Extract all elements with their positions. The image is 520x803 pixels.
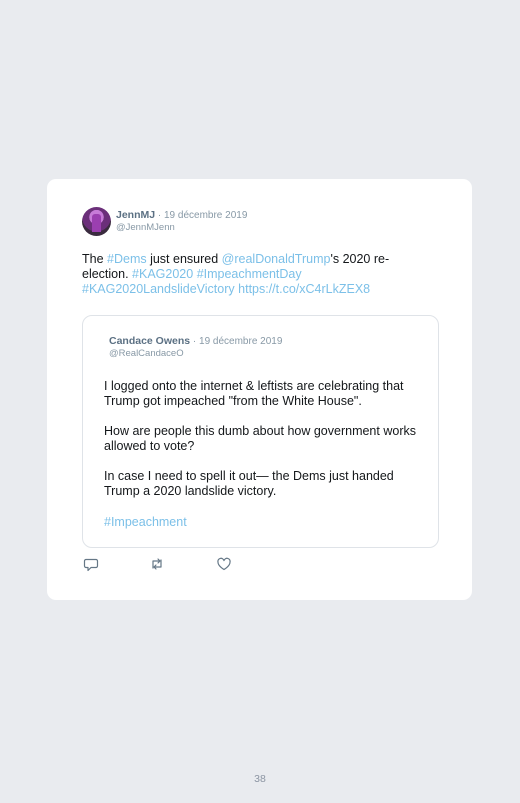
- url-link[interactable]: https://t.co/xC4rLkZEX8: [238, 282, 370, 296]
- quote-author-name[interactable]: Candace Owens: [109, 335, 190, 347]
- quote-date[interactable]: · 19 décembre 2019: [190, 336, 283, 347]
- retweet-icon[interactable]: [149, 556, 165, 572]
- hashtag-link[interactable]: #ImpeachmentDay: [197, 267, 302, 281]
- quote-author[interactable]: Candace Owens · 19 décembre 2019: [109, 335, 282, 347]
- page-number: 38: [254, 773, 266, 785]
- avatar[interactable]: [82, 207, 111, 236]
- hashtag-link[interactable]: #KAG2020LandslideVictory: [82, 282, 235, 296]
- reply-icon[interactable]: [83, 556, 99, 572]
- tweet-date[interactable]: · 19 décembre 2019: [155, 210, 248, 221]
- tweet-card: JennMJ · 19 décembre 2019 @JennMJenn The…: [47, 179, 472, 600]
- tweet-text: The #Dems just ensured @realDonaldTrump'…: [82, 252, 412, 297]
- quote-paragraph: In case I need to spell it out— the Dems…: [104, 469, 394, 498]
- like-icon[interactable]: [216, 556, 232, 572]
- quote-paragraph: How are people this dumb about how gover…: [104, 424, 416, 453]
- quote-hashtag-link[interactable]: #Impeachment: [104, 515, 187, 529]
- author-handle[interactable]: @JennMJenn: [116, 222, 175, 233]
- mention-link[interactable]: @realDonaldTrump: [222, 252, 331, 266]
- tweet-author[interactable]: JennMJ · 19 décembre 2019: [116, 209, 247, 221]
- author-name[interactable]: JennMJ: [116, 209, 155, 221]
- quote-author-handle[interactable]: @RealCandaceO: [109, 348, 184, 359]
- hashtag-link[interactable]: #KAG2020: [132, 267, 193, 281]
- quote-paragraph: I logged onto the internet & leftists ar…: [104, 379, 404, 408]
- quoted-tweet[interactable]: Candace Owens · 19 décembre 2019 @RealCa…: [82, 315, 439, 548]
- hashtag-link[interactable]: #Dems: [107, 252, 147, 266]
- text-segment: just ensured: [146, 252, 222, 266]
- text-segment: The: [82, 252, 108, 266]
- quote-text: I logged onto the internet & leftists ar…: [104, 379, 424, 514]
- tweet-actions: [83, 556, 243, 572]
